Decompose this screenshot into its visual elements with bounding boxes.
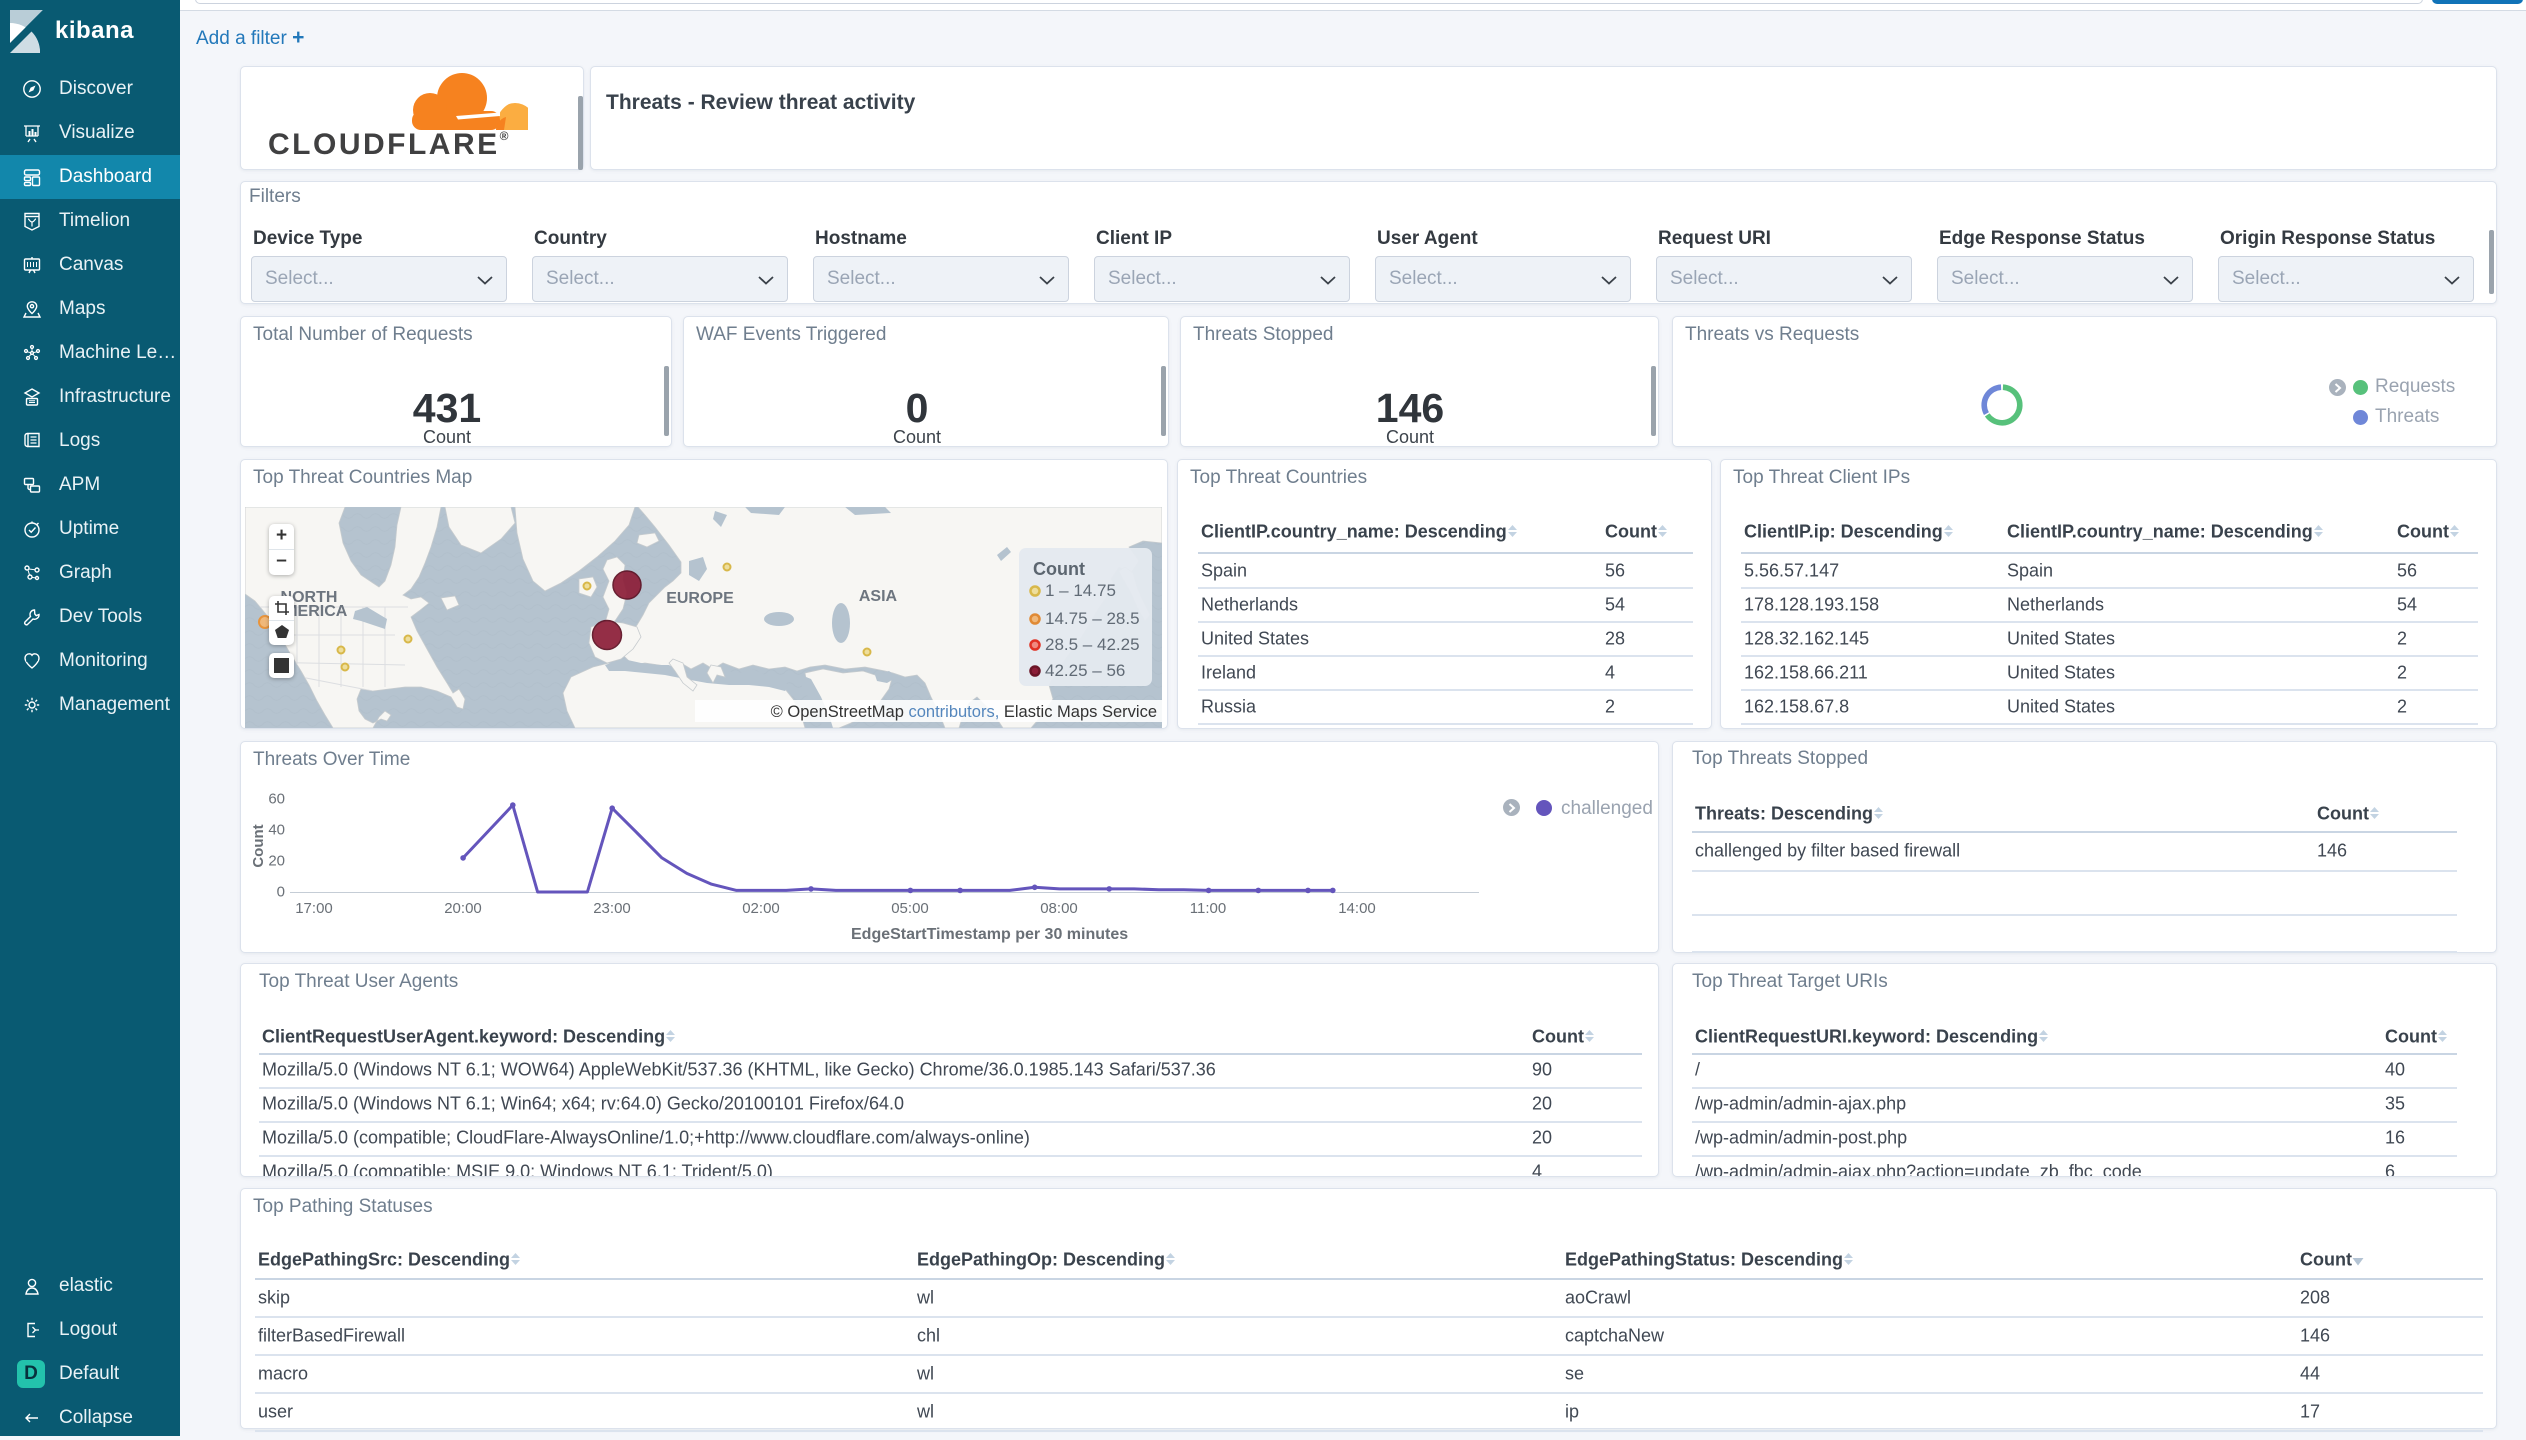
svg-text:42.25 – 56: 42.25 – 56 xyxy=(1045,661,1125,680)
svg-text:14.75 – 28.5: 14.75 – 28.5 xyxy=(1045,609,1140,628)
svg-text:ASIA: ASIA xyxy=(859,588,898,605)
svg-text:Count: Count xyxy=(1033,559,1085,579)
svg-text:28.5 – 42.25: 28.5 – 42.25 xyxy=(1045,635,1140,654)
svg-text:© OpenStreetMap contributors,: © OpenStreetMap contributors, Elastic Ma… xyxy=(771,703,1157,721)
svg-text:EUROPE: EUROPE xyxy=(666,590,734,607)
svg-text:1 – 14.75: 1 – 14.75 xyxy=(1045,581,1116,600)
